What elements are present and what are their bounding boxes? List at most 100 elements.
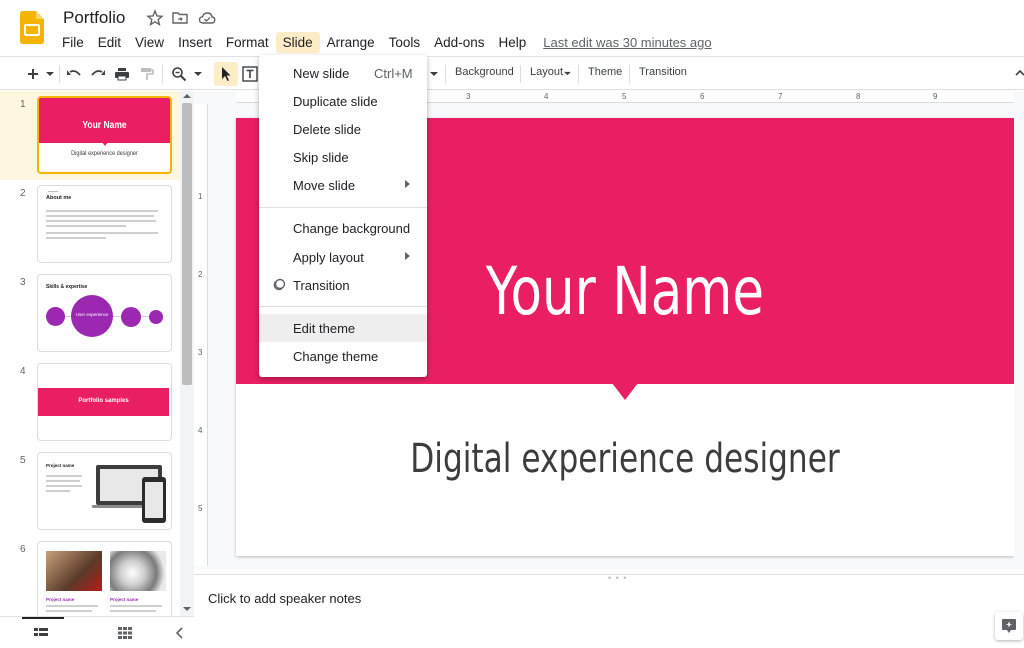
menu-item-label: New slide	[293, 66, 350, 81]
menu-slide[interactable]: Slide	[275, 31, 320, 53]
thumb-text-line	[46, 475, 82, 477]
ruler-label: 2	[198, 270, 203, 279]
transition-button[interactable]: Transition	[639, 66, 687, 78]
menu-item-change-background[interactable]: Change background	[259, 214, 427, 242]
redo-icon	[91, 70, 105, 76]
filmstrip-slide-6[interactable]: 6 Project name Project name	[0, 536, 180, 616]
menu-item-label: Skip slide	[293, 150, 349, 165]
document-title[interactable]: Portfolio	[63, 8, 125, 28]
slides-logo-icon[interactable]	[20, 11, 44, 44]
thumb-skill-circle	[149, 310, 163, 324]
filmstrip-slide-2[interactable]: 2 About me	[0, 180, 180, 269]
menu-item-shortcut: Ctrl+M	[374, 66, 413, 81]
explore-button[interactable]	[995, 612, 1023, 640]
thumb-skill-circle	[121, 307, 141, 327]
menu-item-delete-slide[interactable]: Delete slide	[259, 115, 427, 143]
menu-insert[interactable]: Insert	[171, 32, 219, 53]
undo-button[interactable]	[64, 62, 84, 86]
toolbar-dropdown[interactable]	[429, 62, 439, 86]
caret-down-icon	[430, 72, 438, 76]
thumb-notch	[102, 142, 108, 146]
ruler-label: 8	[856, 92, 861, 101]
menu-item-new-slide[interactable]: New slide Ctrl+M	[259, 59, 427, 87]
menu-item-edit-theme[interactable]: Edit theme	[259, 314, 427, 342]
paint-format-button[interactable]	[137, 62, 157, 86]
speaker-notes-placeholder[interactable]: Click to add speaker notes	[208, 591, 361, 606]
active-view-indicator	[22, 617, 64, 619]
ruler-label: 3	[198, 348, 203, 357]
slide-thumbnail[interactable]: About me	[37, 185, 172, 263]
text-box-icon	[242, 66, 258, 82]
text-box-button[interactable]	[240, 62, 260, 86]
menu-item-move-slide[interactable]: Move slide	[259, 171, 427, 199]
menu-format[interactable]: Format	[219, 32, 276, 53]
scroll-up-icon[interactable]	[183, 93, 191, 99]
explore-icon	[1002, 619, 1016, 633]
grid-view-icon[interactable]	[118, 627, 132, 639]
menu-separator	[259, 207, 427, 208]
menu-item-apply-layout[interactable]: Apply layout	[259, 243, 427, 271]
thumb-text-line	[46, 220, 156, 222]
slide-thumbnail[interactable]: Project name Project name	[37, 541, 172, 616]
print-button[interactable]	[112, 62, 132, 86]
filmstrip-slide-5[interactable]: 5 Project name	[0, 447, 180, 536]
slide-thumbnail[interactable]: Project name	[37, 452, 172, 530]
move-folder-icon[interactable]	[171, 9, 189, 27]
menu-edit[interactable]: Edit	[91, 32, 128, 53]
background-button[interactable]: Background	[455, 66, 514, 78]
slide-thumbnail[interactable]: Portfolio samples	[37, 363, 172, 441]
thumb-text-line	[110, 610, 156, 612]
menu-help[interactable]: Help	[491, 32, 533, 53]
filmstrip-slide-4[interactable]: 4 Portfolio samples	[0, 358, 180, 447]
speaker-notes[interactable]: Click to add speaker notes	[194, 574, 1024, 648]
slide-number: 5	[20, 455, 26, 466]
vertical-ruler[interactable]: 1 2 3 4 5	[194, 104, 208, 566]
menu-item-label: Change background	[293, 221, 411, 236]
menu-tools[interactable]: Tools	[382, 32, 428, 53]
toolbar-separator	[629, 65, 630, 83]
filmstrip-view-icon[interactable]	[34, 627, 48, 639]
collapse-toolbar-icon[interactable]	[1014, 67, 1024, 79]
thumb-text-line	[46, 215, 154, 217]
layout-button[interactable]: Layout	[530, 66, 563, 78]
zoom-dropdown[interactable]	[192, 62, 204, 86]
menu-item-change-theme[interactable]: Change theme	[259, 342, 427, 370]
thumb-text-line	[46, 480, 80, 482]
filmstrip-scrollbar-thumb[interactable]	[182, 103, 192, 385]
menu-item-transition[interactable]: Transition	[259, 271, 427, 299]
menu-view[interactable]: View	[128, 32, 171, 53]
new-slide-layout-dropdown[interactable]	[44, 62, 56, 86]
cloud-status-icon[interactable]	[198, 9, 216, 27]
thumb-text-line	[46, 605, 98, 607]
slide-number: 1	[20, 99, 26, 110]
slide-thumbnail[interactable]: Skills & expertise User experience	[37, 274, 172, 352]
notes-resize-grip-icon[interactable]: • • •	[608, 573, 627, 583]
slide-thumbnail[interactable]: Your Name Digital experience designer	[37, 96, 172, 174]
filmstrip-slide-3[interactable]: 3 Skills & expertise User experience	[0, 269, 180, 358]
thumb-text-line	[46, 485, 82, 487]
slide-subtitle-text[interactable]: Digital experience designer	[322, 436, 929, 482]
new-slide-button[interactable]	[24, 62, 42, 86]
collapse-panel-icon[interactable]	[176, 627, 184, 639]
menu-addons[interactable]: Add-ons	[427, 32, 491, 53]
menu-item-skip-slide[interactable]: Skip slide	[259, 143, 427, 171]
zoom-button[interactable]	[168, 62, 190, 86]
filmstrip-slide-1[interactable]: 1 Your Name Digital experience designer	[0, 91, 180, 180]
menu-item-label: Delete slide	[293, 122, 361, 137]
menu-file[interactable]: File	[55, 32, 91, 53]
thumb-text-line	[46, 237, 106, 239]
canvas-scrollbar[interactable]	[1014, 91, 1024, 569]
thumb-title: About me	[46, 195, 72, 201]
slide-number: 4	[20, 366, 26, 377]
thumb-title: Project name	[46, 463, 75, 468]
redo-button[interactable]	[88, 62, 108, 86]
star-icon[interactable]	[146, 9, 164, 27]
last-edit-link[interactable]: Last edit was 30 minutes ago	[543, 35, 711, 50]
theme-button[interactable]: Theme	[588, 66, 622, 78]
menu-arrange[interactable]: Arrange	[320, 32, 382, 53]
select-tool-button[interactable]	[214, 62, 238, 86]
filmstrip-scrollbar[interactable]	[180, 91, 194, 616]
menu-item-duplicate-slide[interactable]: Duplicate slide	[259, 87, 427, 115]
scroll-down-icon[interactable]	[183, 606, 191, 612]
toolbar-separator	[162, 65, 163, 83]
